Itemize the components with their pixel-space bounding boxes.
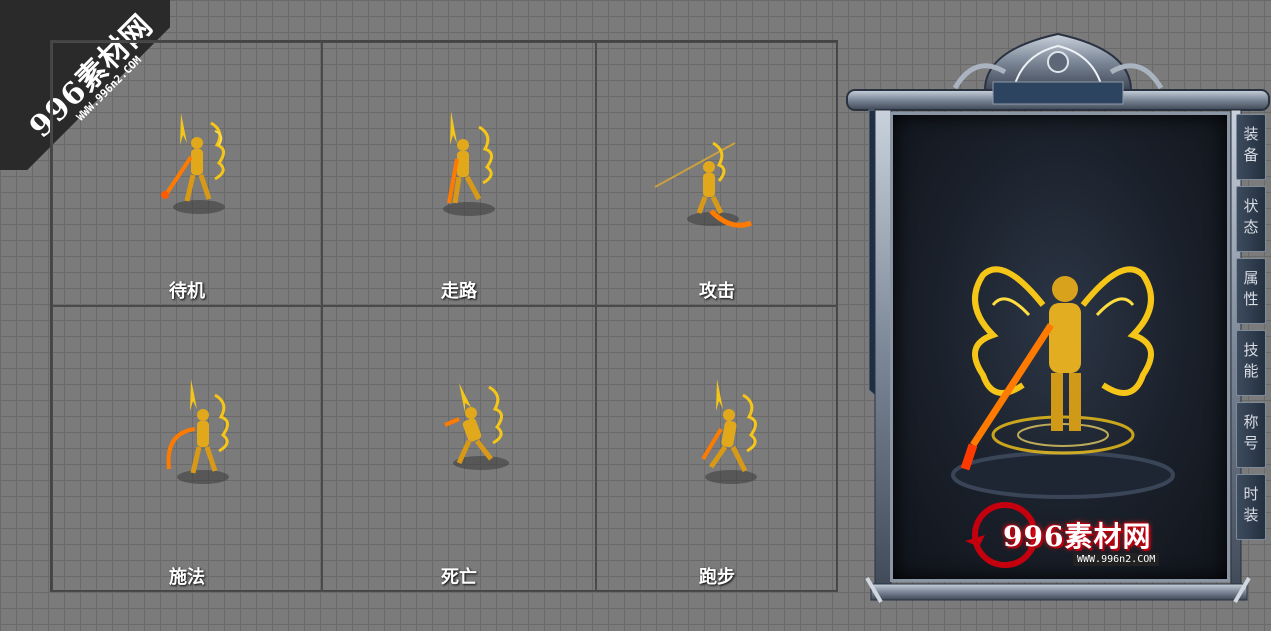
animation-cell-run[interactable]: 跑步 (596, 306, 838, 592)
character-sprite-cast (166, 379, 229, 484)
animation-cell-idle[interactable]: 待机 (52, 42, 322, 306)
tab-title[interactable]: 称号 (1236, 402, 1266, 468)
animation-label-idle: 待机 (169, 281, 205, 302)
tab-status[interactable]: 状态 (1236, 186, 1266, 252)
animation-cell-death[interactable]: 死亡 (322, 306, 596, 592)
logo-url: WWW.996n2.COM (1073, 553, 1160, 566)
animation-cell-cast[interactable]: 施法 (52, 306, 322, 592)
animation-grid: 待机 走路 攻击 施法 死亡 跑步 (50, 40, 838, 592)
logo-text: 996素材网 (1003, 520, 1152, 553)
tab-equip[interactable]: 装备 (1236, 114, 1266, 180)
tab-attributes[interactable]: 属性 (1236, 258, 1266, 324)
animation-label-cast: 施法 (169, 567, 205, 588)
site-logo: 996素材网 WWW.996n2.COM (965, 495, 1175, 575)
animation-cell-walk[interactable]: 走路 (322, 42, 596, 306)
tab-fashion[interactable]: 时装 (1236, 474, 1266, 540)
animation-label-death: 死亡 (441, 567, 477, 588)
tab-skills[interactable]: 技能 (1236, 330, 1266, 396)
character-sprite-death (444, 383, 509, 470)
animation-cell-attack[interactable]: 攻击 (596, 42, 838, 306)
panel-tabs: 装备 状态 属性 技能 称号 时装 (1236, 114, 1268, 546)
animation-label-run: 跑步 (699, 567, 735, 588)
character-sprite-walk (443, 111, 495, 216)
character-sprite-attack (654, 141, 752, 228)
character-sprite-run (701, 379, 757, 484)
animation-label-walk: 走路 (441, 281, 477, 302)
animation-label-attack: 攻击 (699, 281, 735, 302)
character-sprite-idle (161, 113, 225, 214)
character-model (951, 266, 1175, 499)
